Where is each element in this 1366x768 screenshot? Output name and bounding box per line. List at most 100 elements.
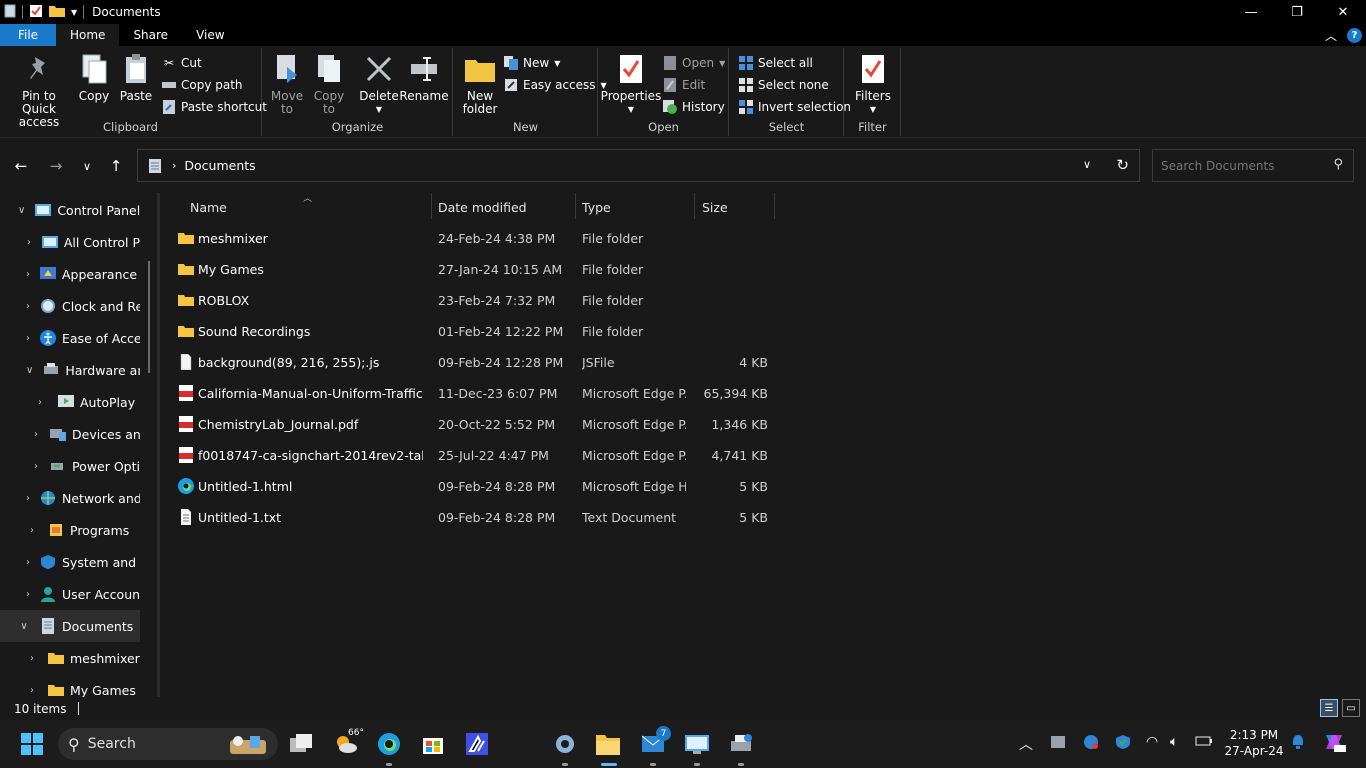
expand-chevron-icon[interactable]: › — [26, 685, 38, 696]
start-icon[interactable] — [20, 732, 44, 756]
nav-item-system[interactable]: › System and S — [0, 546, 140, 578]
nav-item-documents[interactable]: ∨ Documents — [0, 610, 140, 642]
collapse-chevron-icon[interactable]: ∨ — [26, 365, 33, 376]
expand-chevron-icon[interactable]: › — [26, 589, 30, 600]
new-folder-qat-icon[interactable] — [49, 4, 65, 20]
file-row[interactable]: Untitled-1.txt 09-Feb-24 8:28 PM Text Do… — [170, 502, 780, 533]
new-folder-button[interactable]: New folder — [460, 52, 500, 116]
nav-item-appearance[interactable]: › Appearance a — [0, 258, 140, 290]
properties-button[interactable]: Properties ▼ — [601, 52, 661, 116]
file-row[interactable]: Sound Recordings 01-Feb-24 12:22 PM File… — [170, 316, 780, 347]
column-divider[interactable] — [774, 193, 775, 219]
address-bar[interactable]: › Documents ∨ ↻ — [137, 149, 1140, 182]
app-launcher-icon[interactable] — [465, 732, 489, 756]
task-view-icon[interactable] — [289, 732, 313, 756]
up-icon[interactable]: ↑ — [106, 157, 126, 175]
easy-access-button[interactable]: Easy access ▼ — [504, 76, 607, 94]
search-box[interactable]: ⚲ — [1152, 149, 1354, 182]
column-header-name[interactable]: Name — [190, 193, 430, 221]
file-row[interactable]: ChemistryLab_Journal.pdf 20-Oct-22 5:52 … — [170, 409, 780, 440]
app-icon[interactable] — [4, 4, 16, 21]
file-row[interactable]: California-Manual-on-Uniform-Traffic-C..… — [170, 378, 780, 409]
expand-chevron-icon[interactable]: › — [26, 557, 30, 568]
history-button[interactable]: History — [663, 98, 725, 116]
nav-pane-scrollbar[interactable] — [148, 261, 150, 373]
edit-button[interactable]: Edit — [663, 76, 705, 94]
breadcrumb-chevron-icon[interactable]: › — [172, 159, 176, 172]
tab-share[interactable]: Share — [119, 24, 182, 46]
edge-icon[interactable] — [377, 732, 401, 756]
store-icon[interactable] — [421, 732, 445, 756]
security-tray-icon[interactable] — [1115, 734, 1131, 754]
search-input[interactable] — [1161, 158, 1321, 173]
copilot-icon[interactable] — [1322, 731, 1346, 757]
details-view-icon[interactable]: ☰ — [1320, 699, 1338, 717]
control-panel-taskbar-icon[interactable] — [685, 732, 709, 756]
open-button[interactable]: Open ▼ — [663, 54, 725, 72]
show-hidden-icons-icon[interactable]: ︿ — [1019, 734, 1033, 754]
column-divider[interactable] — [694, 193, 695, 219]
file-row[interactable]: My Games 27-Jan-24 10:15 AM File folder — [170, 254, 780, 285]
new-item-button[interactable]: New ▼ — [504, 54, 560, 72]
pin-to-quick-access-button[interactable]: Pin to Quick access — [6, 52, 72, 129]
nav-item-my-games[interactable]: › My Games — [0, 674, 140, 698]
address-dropdown-icon[interactable]: ∨ — [1083, 158, 1091, 171]
nav-item-clock[interactable]: › Clock and Re — [0, 290, 140, 322]
qat-dropdown-icon[interactable]: ▼ — [71, 8, 77, 17]
minimize-button[interactable]: — — [1228, 0, 1274, 24]
collapse-chevron-icon[interactable]: ∨ — [18, 621, 30, 632]
forward-icon[interactable]: → — [46, 157, 66, 175]
copy-button[interactable]: Copy — [78, 52, 110, 103]
expand-chevron-icon[interactable]: › — [26, 269, 30, 280]
notification-bell-icon[interactable] — [1290, 734, 1306, 754]
column-header-size[interactable]: Size — [702, 193, 772, 221]
select-none-button[interactable]: Select none — [739, 76, 829, 94]
expand-chevron-icon[interactable]: › — [26, 237, 32, 248]
file-row[interactable]: Untitled-1.html 09-Feb-24 8:28 PM Micros… — [170, 471, 780, 502]
cut-button[interactable]: ✂ Cut — [162, 54, 202, 72]
back-icon[interactable]: ← — [11, 157, 31, 175]
copy-path-button[interactable]: Copy path — [162, 76, 243, 94]
tab-file[interactable]: File — [0, 24, 56, 46]
nav-item-user-accounts[interactable]: › User Accoun — [0, 578, 140, 610]
refresh-icon[interactable]: ↻ — [1116, 156, 1129, 174]
expand-chevron-icon[interactable]: › — [34, 429, 38, 440]
delete-button[interactable]: Delete ▼ — [359, 52, 399, 116]
system-clock[interactable]: 2:13 PM 27-Apr-24 — [1222, 727, 1286, 759]
nav-item-meshmixer[interactable]: › meshmixer — [0, 642, 140, 674]
battery-icon[interactable] — [1195, 734, 1213, 752]
tray-app-icon[interactable] — [1049, 734, 1067, 754]
expand-chevron-icon[interactable]: › — [26, 493, 30, 504]
invert-selection-button[interactable]: Invert selection — [739, 98, 851, 116]
properties-qat-icon[interactable] — [29, 4, 43, 21]
recent-locations-icon[interactable]: ∨ — [77, 157, 97, 175]
volume-icon[interactable]: 🔈︎ — [1170, 734, 1178, 750]
large-icons-view-icon[interactable]: ▭ — [1342, 699, 1360, 717]
file-row[interactable]: background(89, 216, 255);.js 09-Feb-24 1… — [170, 347, 780, 378]
nav-item-hardware[interactable]: ∨ Hardware an — [0, 354, 140, 386]
nav-item-programs[interactable]: › Programs — [0, 514, 140, 546]
close-button[interactable]: ✕ — [1320, 0, 1366, 24]
nav-item-control-panel[interactable]: ∨ Control Panel — [0, 194, 140, 226]
expand-chevron-icon[interactable]: › — [26, 525, 38, 536]
copy-to-button[interactable]: Copy to — [313, 52, 345, 116]
nav-item-autoplay[interactable]: › AutoPlay — [0, 386, 140, 418]
expand-chevron-icon[interactable]: › — [34, 397, 46, 408]
select-all-button[interactable]: Select all — [739, 54, 813, 72]
nav-item-all-control-panel[interactable]: › All Control P — [0, 226, 140, 258]
move-to-button[interactable]: Move to — [271, 52, 303, 116]
breadcrumb-documents[interactable]: Documents — [184, 158, 255, 173]
maximize-button[interactable]: ❐ — [1274, 0, 1320, 24]
mail-icon[interactable]: 7 — [641, 726, 671, 756]
column-header-date[interactable]: Date modified — [438, 193, 578, 221]
nav-item-ease-of-access[interactable]: › Ease of Acce: — [0, 322, 140, 354]
expand-chevron-icon[interactable]: › — [26, 333, 30, 344]
expand-chevron-icon[interactable]: › — [26, 653, 38, 664]
collapse-ribbon-icon[interactable]: ︿ — [1325, 27, 1337, 44]
file-explorer-icon[interactable] — [596, 732, 620, 756]
settings-icon[interactable] — [553, 732, 577, 756]
column-header-type[interactable]: Type — [582, 193, 692, 221]
collapse-chevron-icon[interactable]: ∨ — [18, 205, 25, 216]
file-row[interactable]: meshmixer 24-Feb-24 4:38 PM File folder — [170, 223, 780, 254]
search-icon[interactable]: ⚲ — [1333, 157, 1343, 172]
